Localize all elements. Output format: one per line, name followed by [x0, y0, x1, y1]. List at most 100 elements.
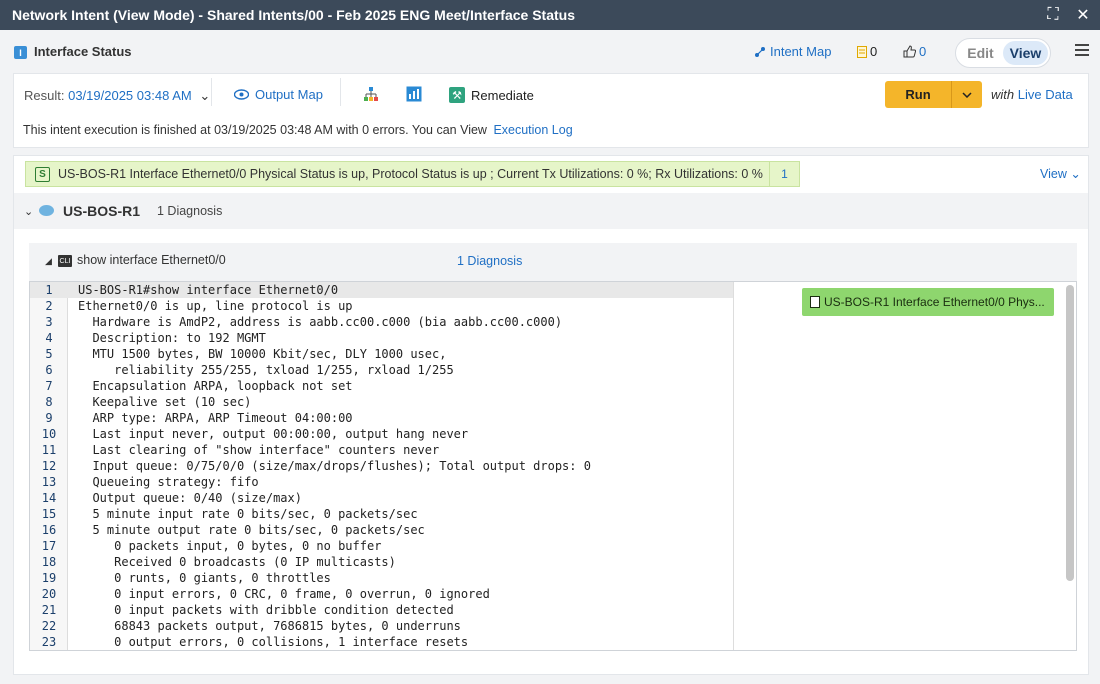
remediate-label: Remediate	[471, 87, 534, 103]
run-dropdown-button[interactable]	[951, 81, 982, 108]
line-text: Hardware is AmdP2, address is aabb.cc00.…	[78, 315, 563, 329]
chevron-down-icon	[962, 91, 972, 98]
line-number: 19	[41, 571, 57, 585]
status-banner[interactable]: S US-BOS-R1 Interface Ethernet0/0 Physic…	[25, 161, 800, 187]
cli-output-line[interactable]: 23 0 output errors, 0 collisions, 1 inte…	[30, 634, 733, 650]
command-header[interactable]: ◢ CLI show interface Ethernet0/0 1 Diagn…	[29, 243, 1077, 279]
cli-output-line[interactable]: 21 0 input packets with dribble conditio…	[30, 602, 733, 618]
cli-output-line[interactable]: 8 Keepalive set (10 sec)	[30, 394, 733, 410]
intent-map-button[interactable]: Intent Map	[754, 44, 831, 59]
eye-icon	[234, 89, 249, 100]
line-number: 22	[41, 619, 57, 633]
line-number: 4	[45, 331, 53, 345]
cli-output-line[interactable]: 1 US-BOS-R1#show interface Ethernet0/0	[30, 282, 733, 298]
line-text: US-BOS-R1#show interface Ethernet0/0	[78, 283, 339, 297]
cli-output-viewer[interactable]: 1 US-BOS-R1#show interface Ethernet0/0 2 Et…	[29, 281, 1077, 651]
cli-output-line[interactable]: 19 0 runts, 0 giants, 0 throttles	[30, 570, 733, 586]
line-text: Received 0 broadcasts (0 IP multicasts)	[78, 555, 396, 569]
cli-output-line[interactable]: 13 Queueing strategy: fifo	[30, 474, 733, 490]
line-number: 7	[45, 379, 53, 393]
cli-output-line[interactable]: 18 Received 0 broadcasts (0 IP multicast…	[30, 554, 733, 570]
edit-mode-button[interactable]: Edit	[958, 41, 1003, 65]
line-number: 6	[45, 363, 53, 377]
toolbar-divider	[340, 78, 341, 106]
line-text: 5 minute input rate 0 bits/sec, 0 packet…	[78, 507, 418, 521]
window-controls: ⛶ ✕	[1044, 6, 1092, 24]
toolbar-divider	[211, 78, 212, 106]
cli-output-line[interactable]: 22 68843 packets output, 7686815 bytes, …	[30, 618, 733, 634]
device-row[interactable]: ⌄ US-BOS-R1 1 Diagnosis	[14, 193, 1088, 229]
cli-output-line[interactable]: 3 Hardware is AmdP2, address is aabb.cc0…	[30, 314, 733, 330]
collapse-triangle-icon[interactable]: ◢	[45, 256, 52, 267]
line-number: 5	[45, 347, 53, 361]
chart-report-icon[interactable]	[406, 86, 422, 102]
cli-output-line[interactable]: 12 Input queue: 0/75/0/0 (size/max/drops…	[30, 458, 733, 474]
thumbs-up-icon	[903, 45, 916, 58]
line-text: Input queue: 0/75/0/0 (size/max/drops/fl…	[78, 459, 591, 473]
run-button[interactable]: Run	[885, 81, 951, 108]
line-number: 17	[41, 539, 57, 553]
command-name: show interface Ethernet0/0	[77, 253, 226, 267]
cli-output-line[interactable]: 14 Output queue: 0/40 (size/max)	[30, 490, 733, 506]
cli-output-line[interactable]: 6 reliability 255/255, txload 1/255, rxl…	[30, 362, 733, 378]
cli-output-line[interactable]: 7 Encapsulation ARPA, loopback not set	[30, 378, 733, 394]
line-number: 9	[45, 411, 53, 425]
view-dropdown[interactable]: View ⌄	[1040, 166, 1081, 181]
line-number: 2	[45, 299, 53, 313]
cli-output-line[interactable]: 11 Last clearing of "show interface" cou…	[30, 442, 733, 458]
cli-output-line[interactable]: 16 5 minute output rate 0 bits/sec, 0 pa…	[30, 522, 733, 538]
likes-count: 0	[919, 44, 927, 59]
line-text: Description: to 192 MGMT	[78, 331, 266, 345]
line-text: Ethernet0/0 is up, line protocol is up	[78, 299, 353, 313]
line-text: Queueing strategy: fifo	[78, 475, 259, 489]
chevron-down-icon: ⌄	[199, 88, 211, 103]
line-number: 20	[41, 587, 57, 601]
diagnosis-chip[interactable]: US-BOS-R1 Interface Ethernet0/0 Phys...	[802, 288, 1054, 316]
line-number: 21	[41, 603, 57, 617]
cli-output-line[interactable]: 17 0 packets input, 0 bytes, 0 no buffer	[30, 538, 733, 554]
line-text: Last input never, output 00:00:00, outpu…	[78, 427, 469, 441]
cli-output-line[interactable]: 20 0 input errors, 0 CRC, 0 frame, 0 ove…	[30, 586, 733, 602]
vertical-scrollbar[interactable]	[1066, 285, 1074, 581]
cli-output-line[interactable]: 5 MTU 1500 bytes, BW 10000 Kbit/sec, DLY…	[30, 346, 733, 362]
cli-output-line[interactable]: 15 5 minute input rate 0 bits/sec, 0 pac…	[30, 506, 733, 522]
cli-output-line[interactable]: 9 ARP type: ARPA, ARP Timeout 04:00:00	[30, 410, 733, 426]
close-icon[interactable]: ✕	[1074, 6, 1092, 24]
note-icon	[857, 45, 867, 58]
status-count[interactable]: 1	[769, 162, 799, 186]
line-number: 18	[41, 555, 57, 569]
window-titlebar: Network Intent (View Mode) - Shared Inte…	[0, 0, 1100, 30]
hamburger-menu-icon[interactable]	[1075, 44, 1089, 56]
live-data-label: Live Data	[1017, 87, 1073, 102]
device-diagnosis-count: 1 Diagnosis	[157, 204, 223, 218]
notes-counter[interactable]: 0	[857, 44, 877, 59]
intent-map-icon	[755, 46, 765, 57]
document-icon	[810, 296, 820, 308]
intent-icon: I	[14, 46, 27, 59]
view-mode-button[interactable]: View	[1003, 41, 1048, 65]
cli-output-line[interactable]: 4 Description: to 192 MGMT	[30, 330, 733, 346]
collapse-chevron-icon[interactable]: ⌄	[24, 205, 33, 218]
command-diagnosis-link[interactable]: 1 Diagnosis	[457, 254, 522, 268]
window-title: Network Intent (View Mode) - Shared Inte…	[12, 7, 575, 23]
topology-icon[interactable]	[363, 86, 379, 102]
line-text: Keepalive set (10 sec)	[78, 395, 252, 409]
run-button-group: Run	[885, 81, 982, 108]
fullscreen-icon[interactable]: ⛶	[1044, 6, 1062, 24]
execution-text: This intent execution is finished at 03/…	[23, 123, 487, 137]
likes-counter[interactable]: 0	[903, 44, 926, 59]
result-selector[interactable]: Result: 03/19/2025 03:48 AM ⌄	[24, 88, 210, 104]
execution-log-link[interactable]: Execution Log	[493, 123, 572, 137]
toolbar: Result: 03/19/2025 03:48 AM ⌄ Output Map…	[14, 74, 1088, 114]
line-number: 23	[41, 635, 57, 649]
output-map-button[interactable]: Output Map	[234, 87, 323, 102]
line-number: 8	[45, 395, 53, 409]
cli-output-line[interactable]: 2 Ethernet0/0 is up, line protocol is up	[30, 298, 733, 314]
live-data-selector[interactable]: with Live Data	[991, 87, 1073, 102]
cli-output-line[interactable]: 10 Last input never, output 00:00:00, ou…	[30, 426, 733, 442]
line-number: 1	[45, 283, 53, 297]
page-title: Interface Status	[34, 44, 132, 59]
remediate-button[interactable]: ⚒ Remediate	[449, 87, 534, 103]
pane-divider[interactable]	[733, 282, 734, 650]
with-label: with	[991, 87, 1015, 102]
